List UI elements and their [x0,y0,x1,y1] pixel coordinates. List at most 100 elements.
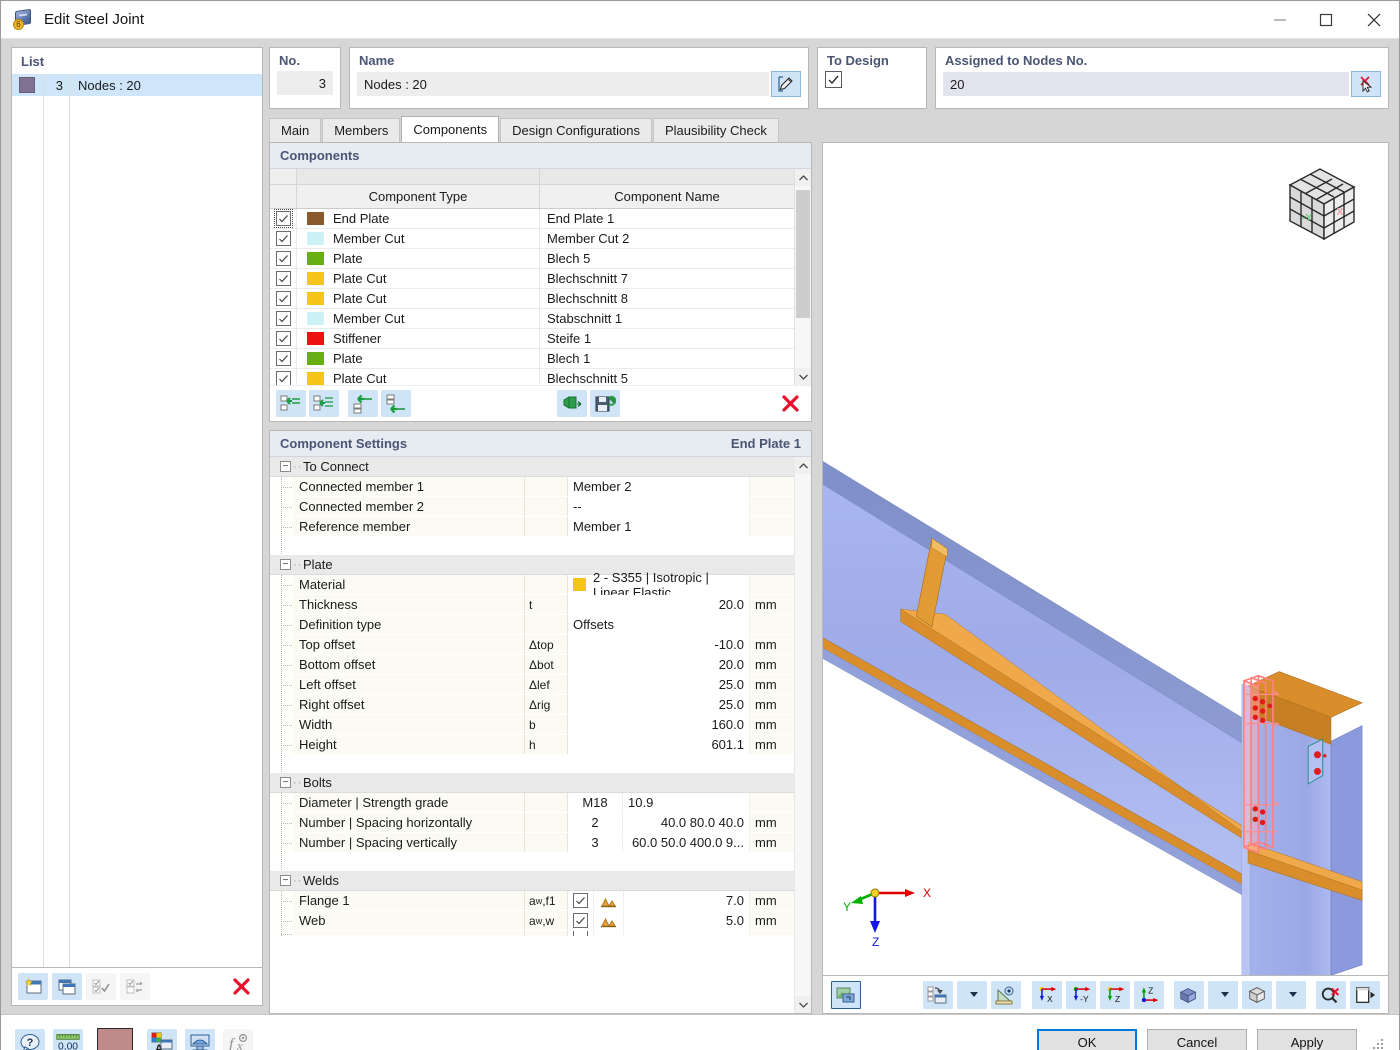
weld-enabled-checkbox[interactable] [568,891,594,910]
invert-selection-button[interactable] [120,973,150,1001]
insert-component-group-button[interactable] [309,390,339,417]
apply-button[interactable]: Apply [1257,1028,1357,1050]
settings-tree[interactable]: − ·· To Connect Connected member 1 Membe… [270,457,794,1014]
shading-dropdown[interactable] [1208,980,1239,1009]
setting-value[interactable]: 25.0 [568,695,750,714]
collapse-icon[interactable]: − [280,875,291,886]
components-scrollbar[interactable] [794,169,811,385]
tab-members[interactable]: Members [322,118,401,142]
cancel-button[interactable]: Cancel [1147,1028,1247,1050]
setting-row[interactable]: Right offset Δrig 25.0 mm [270,695,794,715]
setting-row[interactable] [270,931,794,937]
setting-row[interactable]: Number | Spacing horizontally 2 40.0 80.… [270,813,794,833]
group-bolts[interactable]: − ·· Bolts [270,773,794,793]
setting-row[interactable]: Height h 601.1 mm [270,735,794,755]
setting-row[interactable]: Number | Spacing vertically 3 60.0 50.0 … [270,833,794,853]
display-properties-button[interactable] [923,980,954,1009]
joint-list[interactable]: 3 Nodes : 20 [12,74,262,968]
insert-above-button[interactable] [348,390,378,417]
joint-name-input[interactable]: Nodes : 20 [357,72,769,96]
to-design-checkbox[interactable] [825,71,842,88]
zoom-reset-button[interactable] [1316,980,1346,1009]
setting-value[interactable]: 20.0 [568,595,750,614]
table-row[interactable]: Plate Cut Blechschnitt 8 [270,289,794,309]
group-welds[interactable]: − ·· Welds [270,871,794,891]
setting-value[interactable]: 20.0 [568,655,750,674]
setting-row[interactable]: Web a w ,w 5.0 mm [270,911,794,931]
row-checkbox[interactable] [275,291,291,306]
view-z-button[interactable]: Z [1100,980,1131,1009]
scroll-up-icon[interactable] [795,457,811,474]
display-properties-dropdown[interactable] [957,980,988,1009]
table-row[interactable]: End Plate End Plate 1 [270,209,794,229]
scroll-down-icon[interactable] [795,368,811,385]
save-component-button[interactable] [590,390,620,417]
assigned-nodes-input[interactable]: 20 [943,72,1349,96]
setting-value[interactable]: Member 2 [568,477,750,496]
setting-value[interactable]: 160.0 [568,715,750,734]
scroll-down-icon[interactable] [795,996,811,1014]
setting-value[interactable]: 40.0 80.0 40.0 [623,813,750,832]
setting-value[interactable]: Offsets [568,615,750,634]
row-checkbox[interactable] [275,271,291,286]
insert-below-button[interactable] [381,390,411,417]
insert-component-button[interactable] [276,390,306,417]
table-row[interactable]: Stiffener Steife 1 [270,329,794,349]
setting-value[interactable]: 7.0 [624,891,750,910]
row-checkbox[interactable] [275,371,291,385]
maximize-view-button[interactable] [1350,980,1380,1009]
edit-name-button[interactable] [771,71,801,97]
setting-row[interactable]: Flange 1 a w ,f1 7.0 mm [270,891,794,911]
tab-components[interactable]: Components [401,116,500,142]
table-row[interactable]: Plate Blech 1 [270,349,794,369]
units-button[interactable]: 0,00 [53,1029,83,1050]
tab-plausibility-check[interactable]: Plausibility Check [653,118,779,142]
tab-main[interactable]: Main [269,118,322,142]
collapse-icon[interactable]: − [280,559,291,570]
close-button[interactable] [1349,1,1399,38]
view-cube[interactable]: -Y X [1274,161,1366,249]
table-row[interactable]: Member Cut Member Cut 2 [270,229,794,249]
setting-value[interactable]: 5.0 [624,911,750,930]
setting-row[interactable]: Connected member 1 Member 2 [270,477,794,497]
weld-type-icon[interactable] [594,891,624,910]
wireframe-button[interactable] [1242,980,1273,1009]
collapse-icon[interactable]: − [280,777,291,788]
minimize-button[interactable] [1257,1,1303,38]
table-row[interactable]: Member Cut Stabschnitt 1 [270,309,794,329]
color-button[interactable] [97,1027,133,1050]
scroll-up-icon[interactable] [795,169,811,186]
row-checkbox[interactable] [275,351,291,366]
setting-value[interactable]: Member 1 [568,517,750,536]
tab-design-configurations[interactable]: Design Configurations [500,118,652,142]
joint-no-input[interactable]: 3 [277,71,333,95]
select-in-graphic-button[interactable] [1351,71,1381,97]
setting-row[interactable]: Thickness t 20.0 mm [270,595,794,615]
setting-row[interactable]: Connected member 2 -- [270,497,794,517]
collapse-icon[interactable]: − [280,461,291,472]
help-button[interactable]: ? [15,1029,45,1050]
setting-value[interactable]: 60.0 50.0 400.0 9... [623,833,750,852]
group-to-connect[interactable]: − ·· To Connect [270,457,794,477]
setting-row[interactable]: Bottom offset Δbot 20.0 mm [270,655,794,675]
view-isometric-button[interactable]: Z [1134,980,1165,1009]
settings-scrollbar[interactable] [794,457,811,1014]
maximize-button[interactable] [1303,1,1349,38]
components-table-body[interactable]: End Plate End Plate 1 Member Cut Member … [270,209,794,385]
shading-button[interactable] [1174,980,1205,1009]
table-row[interactable]: Plate Cut Blechschnitt 5 [270,369,794,385]
view-settings-button[interactable] [185,1029,215,1050]
row-checkbox[interactable] [275,231,291,246]
setting-row[interactable]: Material 2 - S355 | Isotropic | Linear E… [270,570,794,600]
delete-component-button[interactable] [775,390,805,417]
setting-value[interactable]: -10.0 [568,635,750,654]
new-joint-button[interactable] [18,973,48,1001]
wireframe-dropdown[interactable] [1276,980,1307,1009]
setting-value[interactable]: 2 - S355 | Isotropic | Linear Elastic [568,570,750,600]
bolt-diameter[interactable]: M18 [568,793,623,812]
row-checkbox[interactable] [275,331,291,346]
import-component-button[interactable] [557,390,587,417]
3d-viewport[interactable]: -Y X X Y Z [822,142,1389,977]
view-x-button[interactable]: X [1032,980,1063,1009]
setting-value[interactable]: 10.9 [623,793,750,812]
